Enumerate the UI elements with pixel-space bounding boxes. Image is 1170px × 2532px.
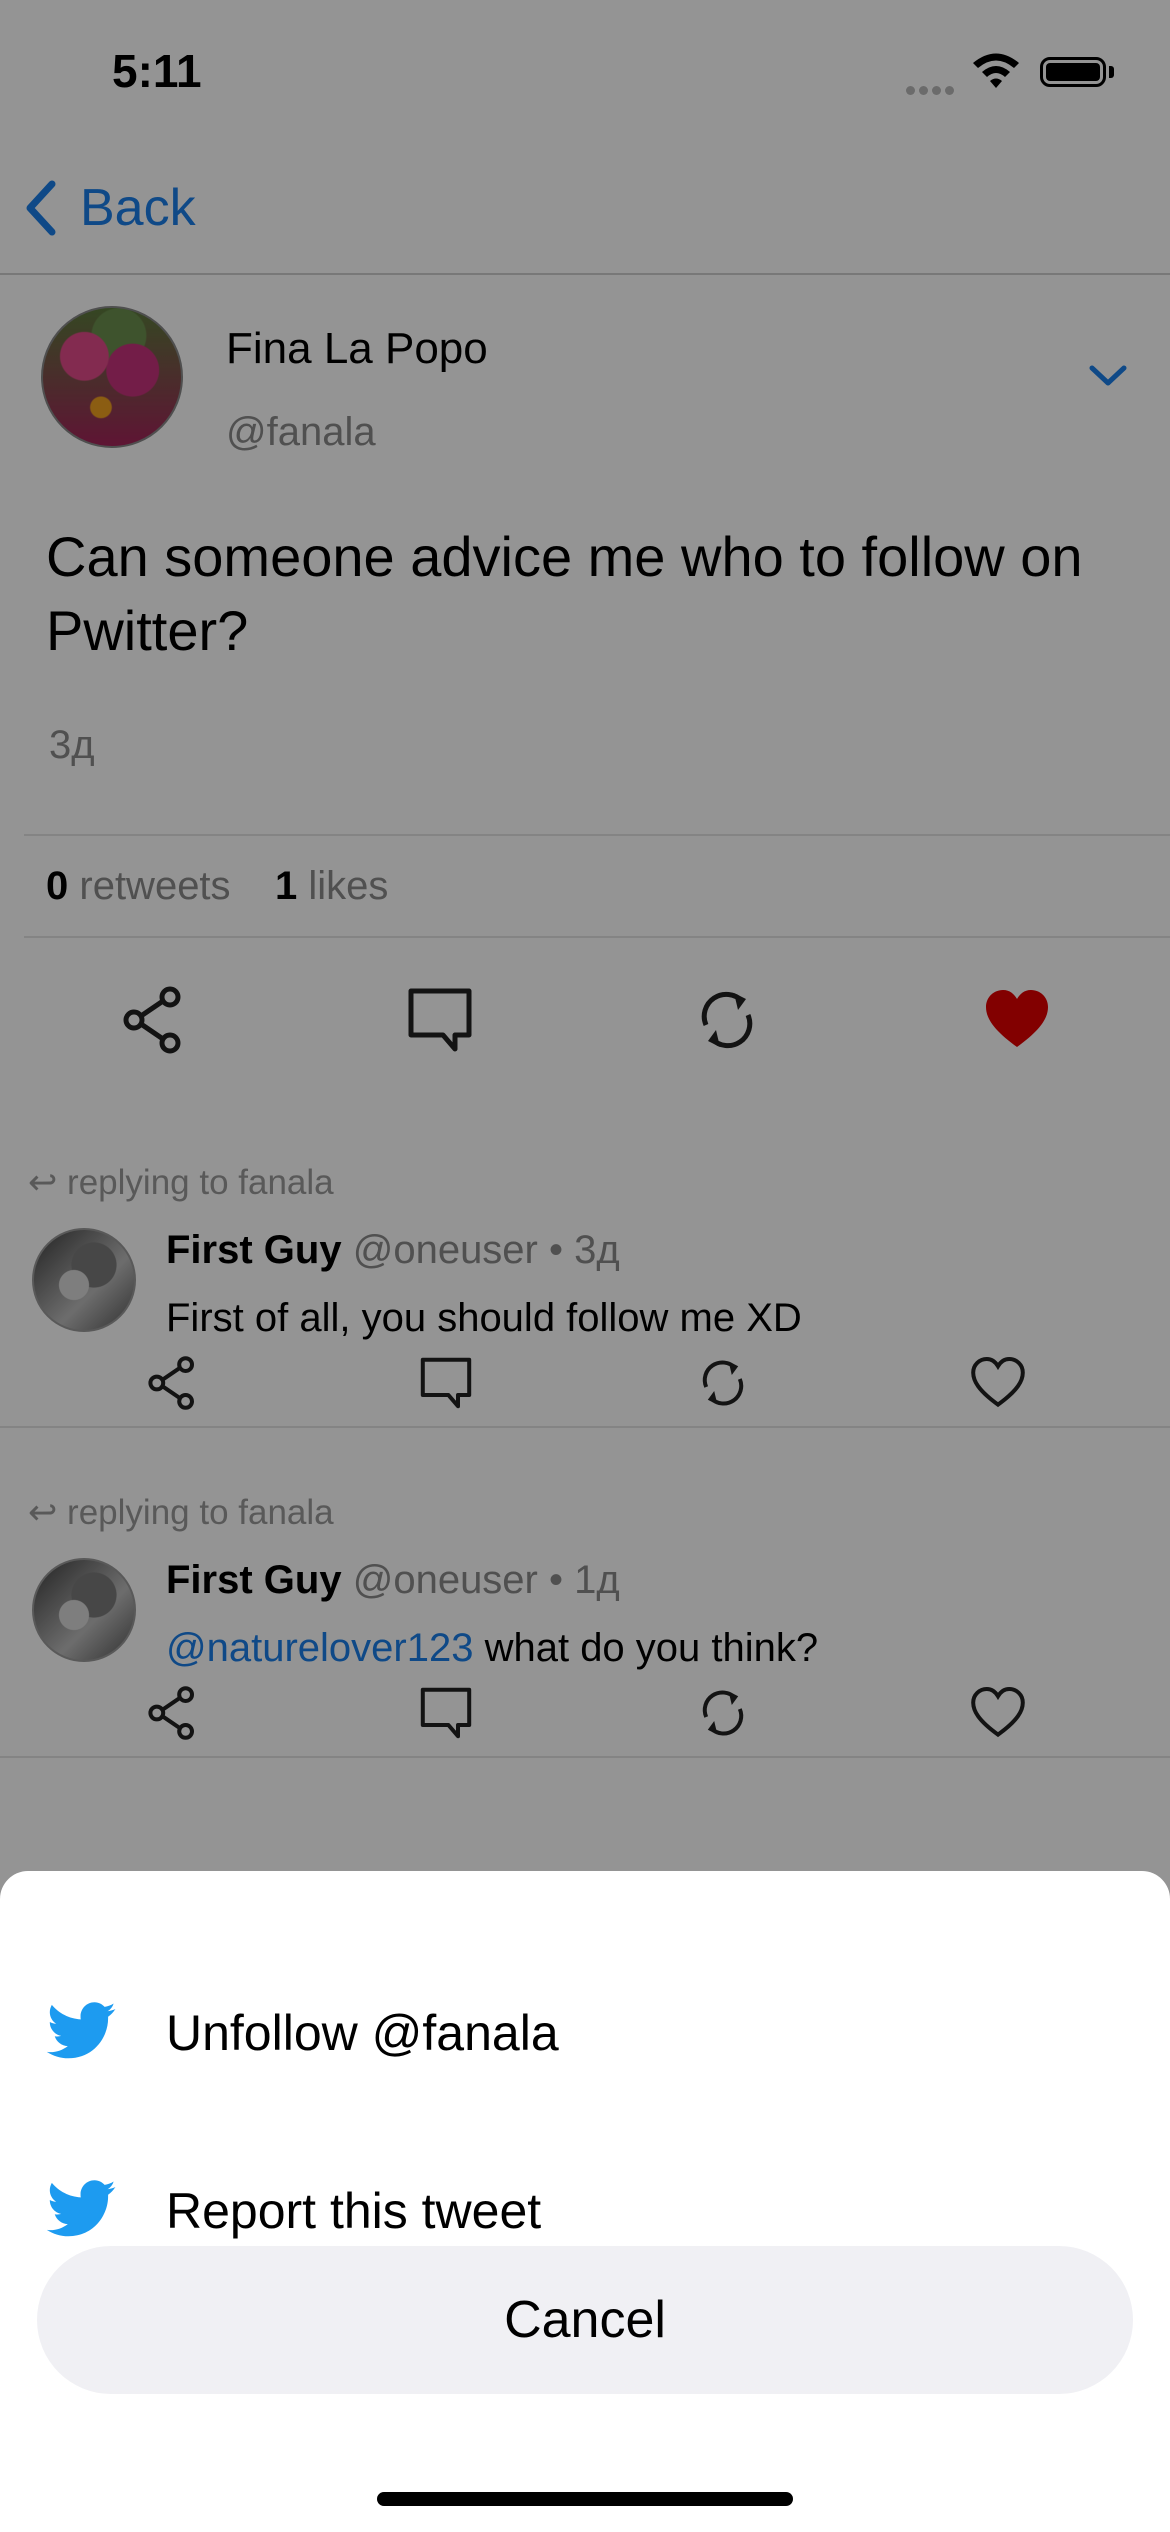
cancel-button[interactable]: Cancel bbox=[37, 2246, 1133, 2394]
home-indicator[interactable] bbox=[377, 2492, 793, 2506]
report-label: Report this tweet bbox=[166, 2183, 542, 2239]
twitter-bird-icon bbox=[46, 2001, 117, 2065]
unfollow-option[interactable]: Unfollow @fanala bbox=[0, 1963, 1170, 2103]
twitter-bird-icon bbox=[46, 2179, 117, 2243]
action-sheet: Unfollow @fanala Report this tweet Cance… bbox=[0, 1871, 1170, 2532]
unfollow-label: Unfollow @fanala bbox=[166, 2005, 559, 2061]
tweet-detail-screen: 5:11 Back Fina La Popo @fanala Can someo… bbox=[0, 0, 1170, 2532]
